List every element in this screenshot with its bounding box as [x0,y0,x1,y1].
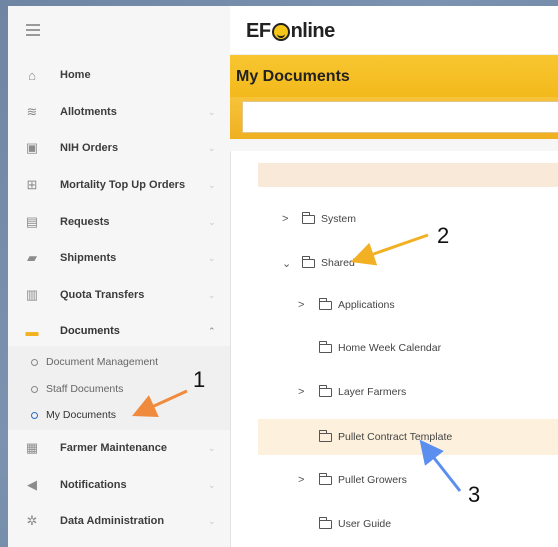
sidebar-item-label: Home [60,69,91,81]
sidebar-item-label: Data Administration [60,515,165,527]
chevron-down-icon: ⌄ [208,515,216,526]
tree-node-pullet-contract-template[interactable]: Pullet Contract Template [258,419,558,455]
sidebar-item-label: Requests [60,216,110,228]
hamburger-menu-icon[interactable] [26,24,40,36]
megaphone-icon: ◀ [27,477,37,492]
folder-icon [318,472,332,485]
sidebar-subitem-label: My Documents [46,409,117,421]
chevron-down-icon: ⌄ [208,479,216,490]
sidebar-subitem-label: Document Management [46,356,159,368]
logo-text-prefix: EF [246,20,271,42]
chevron-up-icon: ⌃ [208,325,216,336]
chevron-right-icon[interactable]: > [298,474,304,486]
home-icon: ⌂ [28,67,36,83]
folder-icon [318,516,332,529]
tree-node-label: System [321,213,357,225]
sidebar-item-notifications[interactable]: ◀ Notifications ⌄ [8,467,230,503]
chevron-down-icon: ⌄ [208,142,216,153]
chevron-down-icon: ⌄ [208,252,216,263]
toolbar-band [230,97,558,139]
bar-chart-icon: ▥ [25,287,39,302]
sidebar-item-label: Documents [60,325,120,337]
app-window: ⌂ Home ≋ Allotments ⌄ ▣ NIH Orders ⌄ ⊞ M… [8,6,558,547]
sidebar-item-farmer-maintenance[interactable]: ▦ Farmer Maintenance ⌄ [8,430,230,466]
clipboard-icon: ▤ [25,214,39,229]
folder-icon [318,297,332,310]
sidebar-item-label: Quota Transfers [60,289,145,301]
sidebar-item-label: Notifications [60,479,127,491]
sidebar-subitem-label: Staff Documents [46,383,124,395]
tree-node-label: Layer Farmers [338,386,407,398]
tree-header-bar [258,163,558,187]
annotation-number-1: 1 [193,367,206,392]
tree-node-shared[interactable]: ⌄ Shared [258,245,558,281]
tree-node-user-guide[interactable]: User Guide [258,506,558,542]
bullet-icon [31,385,38,393]
tree-node-applications[interactable]: > Applications [258,287,558,323]
document-tree-panel: > System ⌄ Shared > Applications Home We… [238,151,558,547]
sidebar-item-nih-orders[interactable]: ▣ NIH Orders ⌄ [8,130,230,166]
sidebar-item-quota-transfers[interactable]: ▥ Quota Transfers ⌄ [8,277,230,313]
sidebar-item-label: NIH Orders [60,142,119,154]
sidebar-subitem-my-documents[interactable]: My Documents [8,403,230,427]
sidebar-item-mortality-top-up-orders[interactable]: ⊞ Mortality Top Up Orders ⌄ [8,167,230,203]
cart-icon: ▣ [25,140,39,155]
sidebar-item-data-administration[interactable]: ✲ Data Administration ⌄ [8,503,230,539]
sidebar-item-label: Shipments [60,252,117,264]
tree-node-label: Applications [338,299,395,311]
tree-node-label: Pullet Growers [338,474,407,486]
tree-node-system[interactable]: > System [258,201,558,237]
layers-icon: ≋ [26,104,38,119]
folder-icon: ▬ [25,323,39,339]
gear-icon: ✲ [26,513,38,528]
page-title: My Documents [236,68,350,85]
chevron-down-icon[interactable]: ⌄ [282,257,291,270]
tree-node-label: Home Week Calendar [338,342,442,354]
chevron-down-icon: ⌄ [208,106,216,117]
bullet-icon [31,358,38,366]
plus-box-icon: ⊞ [26,177,38,192]
folder-icon [301,211,315,224]
page-title-bar: My Documents [230,55,558,97]
sidebar-item-shipments[interactable]: ▰ Shipments ⌄ [8,240,230,276]
sidebar-item-allotments[interactable]: ≋ Allotments ⌄ [8,94,230,130]
chevron-right-icon[interactable]: > [298,386,304,398]
building-icon: ▦ [25,440,39,455]
chevron-right-icon[interactable]: > [298,299,304,311]
chevron-down-icon: ⌄ [208,179,216,190]
logo-text-suffix: nline [290,20,336,42]
chevron-down-icon: ⌄ [208,289,216,300]
folder-icon [318,384,332,397]
folder-open-icon [301,255,315,268]
sidebar-item-home[interactable]: ⌂ Home [8,57,230,93]
annotation-number-3: 3 [468,482,481,507]
tree-node-label: Shared [321,257,355,269]
tree-node-home-week-calendar[interactable]: Home Week Calendar [258,330,558,366]
sidebar-item-label: Allotments [60,106,117,118]
tree-node-label: Pullet Contract Template [338,431,453,443]
chevron-down-icon: ⌄ [208,216,216,227]
sidebar-item-requests[interactable]: ▤ Requests ⌄ [8,204,230,240]
sidebar-item-documents[interactable]: ▬ Documents ⌃ [8,313,230,349]
truck-icon: ▰ [27,250,37,265]
bullet-icon [31,411,38,419]
top-header: EF nline [230,6,558,55]
app-logo[interactable]: EF nline [246,20,335,43]
tree-node-pullet-growers[interactable]: > Pullet Growers [258,462,558,498]
toolbar-panel [242,101,558,133]
chevron-down-icon: ⌄ [208,442,216,453]
sidebar-item-label: Mortality Top Up Orders [60,179,186,191]
folder-icon [318,429,332,442]
egg-logo-icon [271,22,290,41]
folder-icon [318,340,332,353]
tree-node-layer-farmers[interactable]: > Layer Farmers [258,374,558,410]
tree-node-label: User Guide [338,518,392,530]
chevron-right-icon[interactable]: > [282,213,288,225]
sidebar-item-label: Farmer Maintenance [60,442,167,454]
sidebar: ⌂ Home ≋ Allotments ⌄ ▣ NIH Orders ⌄ ⊞ M… [8,6,231,547]
content-gutter [230,139,558,151]
annotation-number-2: 2 [437,223,450,248]
